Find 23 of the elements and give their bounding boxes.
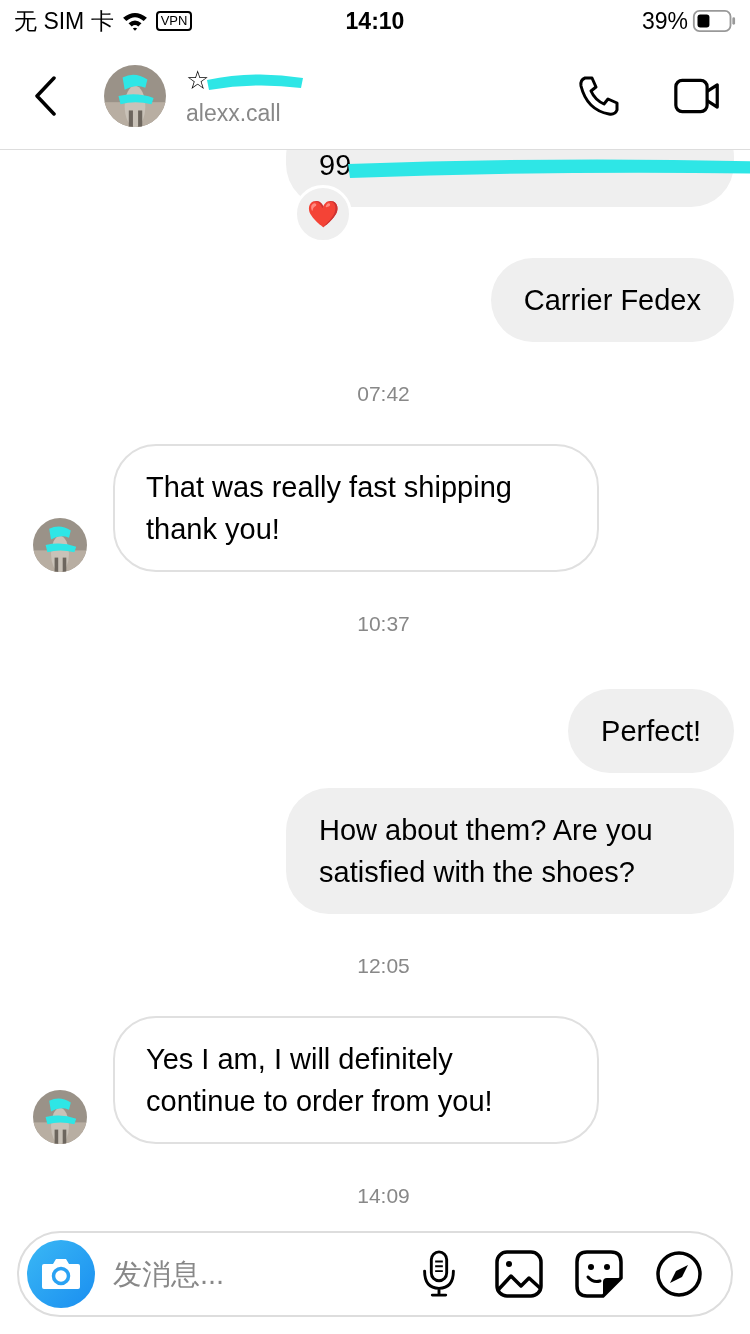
message-timestamp: 12:05	[356, 954, 411, 978]
image-icon[interactable]	[495, 1250, 543, 1298]
contact-name: ☆	[186, 64, 210, 96]
message-input[interactable]: 发消息...	[95, 1257, 383, 1291]
compass-icon[interactable]	[655, 1250, 703, 1298]
sticker-icon[interactable]	[575, 1250, 623, 1298]
received-message-bubble: Yes I am, I will definitely continue to order from you!	[113, 1016, 599, 1144]
message-timestamp: 10:37	[356, 612, 411, 636]
battery-icon	[692, 10, 736, 32]
received-message-bubble: That was really fast shipping thank you!	[113, 444, 599, 572]
sent-message-bubble: Carrier Fedex	[490, 258, 734, 342]
vpn-badge: VPN	[155, 11, 193, 31]
carrier-label: 无 SIM 卡	[14, 6, 114, 36]
back-button[interactable]	[34, 75, 58, 116]
camera-button[interactable]	[27, 1240, 95, 1308]
sent-message-bubble: Perfect!	[568, 689, 734, 773]
sent-message-bubble: How about them? Are you satisfied with the shoes?	[286, 788, 734, 914]
wifi-icon	[121, 11, 148, 31]
battery-percentage: 39%	[641, 7, 688, 35]
message-timestamp: 14:09	[356, 1184, 411, 1208]
contact-username: alexx.call	[186, 100, 282, 127]
message-timestamp: 07:42	[356, 382, 411, 406]
status-time: 14:10	[345, 7, 405, 35]
